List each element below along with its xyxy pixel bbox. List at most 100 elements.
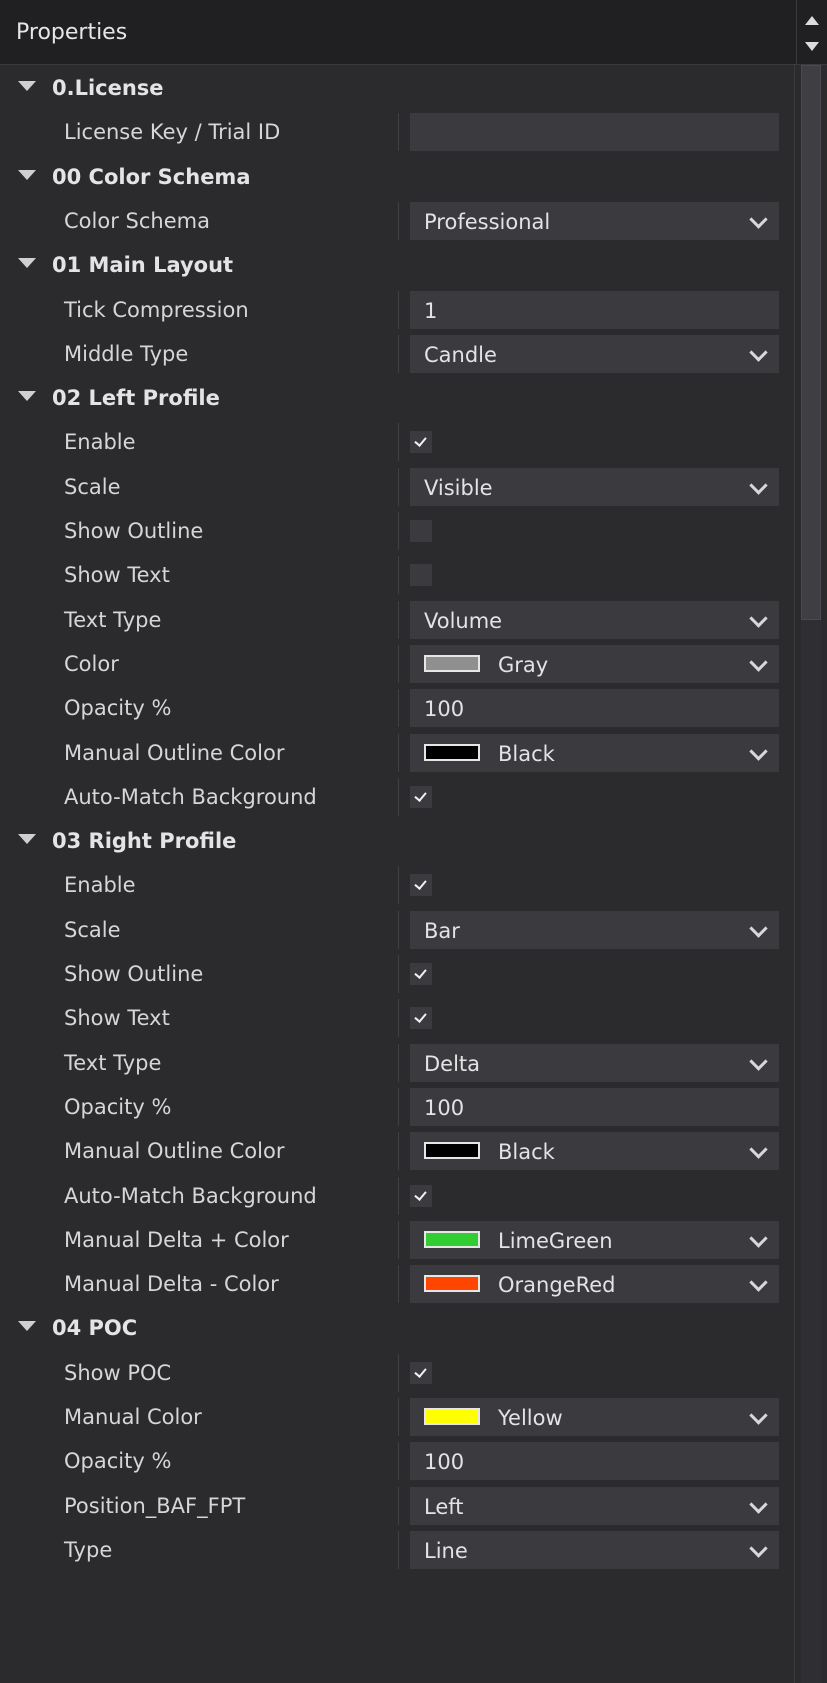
column-divider	[398, 467, 399, 506]
color-dropdown[interactable]: LimeGreen	[410, 1220, 779, 1259]
color-dropdown[interactable]: OrangeRed	[410, 1265, 779, 1304]
property-label: Opacity %	[64, 1094, 172, 1119]
column-divider	[398, 733, 399, 772]
column-divider	[398, 644, 399, 683]
value-dropdown[interactable]: Professional	[410, 201, 779, 240]
color-dropdown[interactable]: Black	[410, 1132, 779, 1171]
triangle-down-icon[interactable]	[18, 1321, 36, 1332]
section-header[interactable]: 0.License	[0, 65, 792, 111]
column-divider	[398, 1530, 399, 1569]
checkbox-checked[interactable]	[410, 1361, 432, 1384]
chevron-down-icon[interactable]	[749, 210, 768, 229]
color-name: Yellow	[498, 1406, 563, 1430]
value-input[interactable]: 100	[410, 1442, 779, 1481]
color-swatch	[424, 1142, 480, 1160]
value-input[interactable]: 1	[410, 290, 779, 329]
property-label: Scale	[64, 917, 121, 942]
value-input[interactable]	[410, 113, 779, 152]
dropdown-value: Professional	[424, 209, 551, 234]
triangle-down-icon[interactable]	[18, 169, 36, 180]
property-row: Show Outline	[0, 508, 792, 554]
property-label: Middle Type	[64, 341, 189, 366]
vertical-scrollbar[interactable]	[794, 65, 827, 1683]
value-input[interactable]: 100	[410, 1087, 779, 1126]
checkbox-checked[interactable]	[410, 1007, 432, 1030]
property-row: Color Gray	[0, 641, 792, 687]
chevron-down-icon[interactable]	[749, 608, 768, 628]
checkbox-checked[interactable]	[410, 874, 432, 897]
triangle-down-icon[interactable]	[18, 391, 36, 402]
chevron-down-icon[interactable]	[749, 1406, 768, 1425]
triangle-down-icon[interactable]	[18, 81, 36, 91]
section-header[interactable]: 02 Left Profile	[0, 375, 792, 421]
chevron-down-icon[interactable]	[749, 741, 768, 761]
chevron-down-icon[interactable]	[749, 1229, 768, 1248]
column-divider	[398, 1087, 399, 1126]
triangle-down-icon[interactable]	[18, 834, 36, 845]
property-label: Show POC	[64, 1360, 172, 1385]
checkbox-unchecked[interactable]	[410, 564, 432, 587]
section-header[interactable]: 01 Main Layout	[0, 242, 792, 288]
column-divider	[398, 113, 399, 152]
chevron-down-icon[interactable]	[749, 1273, 768, 1292]
property-row: Opacity % 100	[0, 1438, 792, 1484]
checkbox-checked[interactable]	[410, 963, 432, 985]
color-dropdown[interactable]: Yellow	[410, 1398, 779, 1436]
column-divider	[398, 689, 399, 728]
property-row: Type Line	[0, 1527, 792, 1573]
value-input[interactable]: 100	[410, 689, 779, 728]
section-header[interactable]: 00 Color Schema	[0, 154, 792, 200]
property-row: Tick Compression 1	[0, 287, 792, 333]
property-label: Position_BAF_FPT	[64, 1493, 246, 1518]
column-divider	[398, 290, 399, 329]
column-divider	[398, 1486, 399, 1525]
value-dropdown[interactable]: Volume	[410, 600, 779, 639]
value-dropdown[interactable]: Visible	[410, 467, 779, 506]
scrollbar-thumb[interactable]	[801, 65, 821, 620]
chevron-down-icon[interactable]	[749, 1140, 768, 1159]
section-header[interactable]: 03 Right Profile	[0, 818, 792, 864]
value-dropdown[interactable]: Left	[410, 1486, 779, 1525]
color-name: Black	[498, 741, 555, 766]
checkbox-checked[interactable]	[410, 1184, 432, 1207]
value-dropdown[interactable]: Delta	[410, 1043, 779, 1082]
property-row: Show Text	[0, 552, 792, 598]
triangle-up-icon[interactable]	[805, 16, 819, 25]
checkbox-checked[interactable]	[410, 785, 432, 808]
color-swatch	[424, 743, 480, 761]
property-row: Scale Visible	[0, 464, 792, 510]
color-dropdown[interactable]: Gray	[410, 644, 779, 683]
triangle-down-icon[interactable]	[18, 258, 36, 269]
property-row: Show POC	[0, 1350, 792, 1396]
value-dropdown[interactable]: Line	[410, 1530, 779, 1569]
properties-header: Properties	[0, 0, 827, 65]
section-title: 00 Color Schema	[52, 164, 251, 189]
property-row: Position_BAF_FPT Left	[0, 1483, 792, 1529]
property-row: License Key / Trial ID	[0, 109, 792, 155]
checkbox-unchecked[interactable]	[410, 520, 432, 542]
chevron-down-icon[interactable]	[749, 475, 768, 495]
chevron-down-icon[interactable]	[749, 1051, 768, 1071]
property-label: Text Type	[64, 1050, 162, 1075]
section-header[interactable]: 04 POC	[0, 1305, 792, 1351]
value-dropdown[interactable]: Candle	[410, 334, 779, 373]
property-label: Enable	[64, 873, 136, 898]
property-row: Scale Bar	[0, 907, 792, 953]
section-title: 02 Left Profile	[52, 386, 220, 411]
color-dropdown[interactable]: Black	[410, 733, 779, 772]
property-label: Show Outline	[64, 519, 204, 543]
checkbox-checked[interactable]	[410, 431, 432, 454]
chevron-down-icon[interactable]	[749, 1494, 768, 1514]
value-dropdown[interactable]: Bar	[410, 910, 779, 949]
input-value: 1	[424, 298, 438, 323]
column-divider	[398, 866, 399, 905]
chevron-down-icon[interactable]	[749, 1539, 768, 1558]
chevron-down-icon[interactable]	[749, 653, 768, 672]
section-title: 03 Right Profile	[52, 829, 237, 854]
chevron-down-icon[interactable]	[749, 343, 768, 362]
chevron-down-icon[interactable]	[749, 918, 768, 938]
triangle-down-icon[interactable]	[805, 42, 819, 51]
property-label: License Key / Trial ID	[64, 120, 281, 145]
property-row: Manual Delta - Color OrangeRed	[0, 1261, 792, 1307]
property-label: Manual Color	[64, 1405, 202, 1429]
